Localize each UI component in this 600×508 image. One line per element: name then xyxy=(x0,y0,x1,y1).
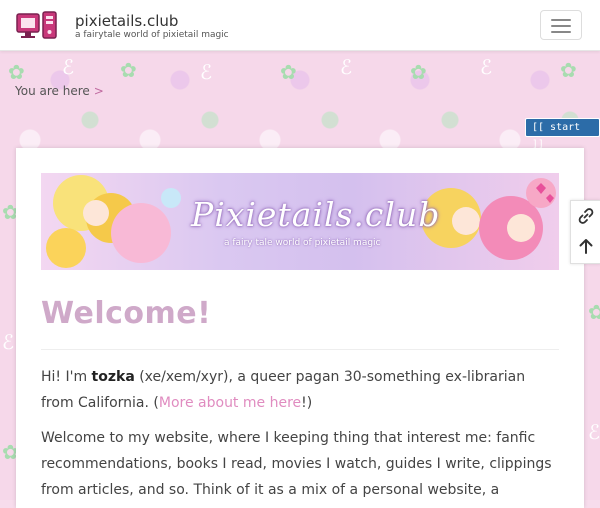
divider xyxy=(41,349,559,350)
site-header: pixietails.club a fairytale world of pix… xyxy=(0,0,600,51)
clover-decoration: ✿ xyxy=(560,58,577,82)
clover-decoration: ✿ xyxy=(8,60,25,84)
site-title[interactable]: pixietails.club xyxy=(75,12,178,30)
site-tagline: a fairytale world of pixietail magic xyxy=(75,30,229,40)
page-content: Pixietails.club a fairy tale world of pi… xyxy=(16,148,584,508)
swirl-decoration: ℰ xyxy=(340,55,353,79)
page-tools xyxy=(570,200,600,264)
swirl-decoration: ℰ xyxy=(62,55,75,79)
banner-image: Pixietails.club a fairy tale world of pi… xyxy=(41,173,559,270)
hamburger-icon[interactable] xyxy=(540,10,582,40)
breadcrumb: You are here > xyxy=(15,84,104,98)
swirl-decoration: ℰ xyxy=(2,330,15,354)
page-heading: Welcome! xyxy=(41,296,212,331)
link-icon[interactable] xyxy=(577,207,595,225)
author-name: tozka xyxy=(91,369,135,385)
swirl-decoration: ℰ xyxy=(588,420,600,444)
clover-decoration: ✿ xyxy=(280,60,297,84)
intro-text: !) xyxy=(301,395,313,411)
welcome-paragraph: Welcome to my website, where I keeping t… xyxy=(41,430,552,498)
intro-text: Hi! I'm xyxy=(41,369,92,385)
banner-title: Pixietails.club xyxy=(191,195,441,234)
clover-decoration: ✿ xyxy=(588,300,600,324)
about-me-link[interactable]: More about me here xyxy=(159,395,301,411)
clover-decoration: ✿ xyxy=(410,60,427,84)
computer-icon[interactable] xyxy=(16,10,58,40)
breadcrumb-separator: > xyxy=(93,84,104,98)
swirl-decoration: ℰ xyxy=(480,55,493,79)
breadcrumb-label: You are here xyxy=(15,84,90,98)
banner-subtitle: a fairy tale world of pixietail magic xyxy=(224,238,381,248)
clover-decoration: ✿ xyxy=(120,58,137,82)
swirl-decoration: ℰ xyxy=(200,60,213,84)
arrow-up-icon[interactable] xyxy=(577,237,595,255)
intro-paragraph: Hi! I'm tozka (xe/xem/xyr), a queer paga… xyxy=(41,364,561,416)
start-link[interactable]: [[ start ]] xyxy=(525,118,600,150)
